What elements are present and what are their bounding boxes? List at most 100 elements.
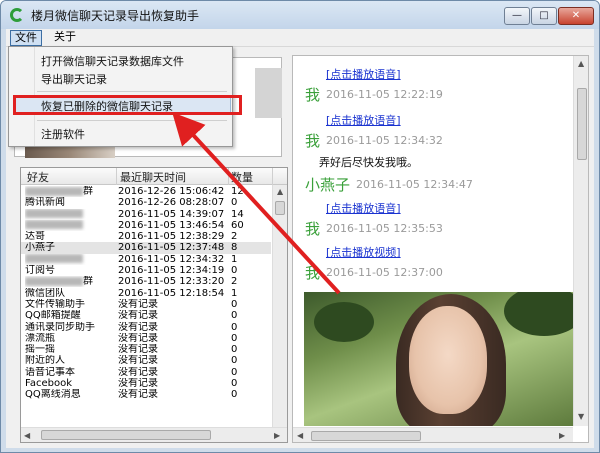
table-row[interactable]: 漂流瓶 没有记录 0 [21,333,271,344]
column-divider[interactable] [116,168,117,185]
column-header-friend[interactable]: 好友 [27,169,49,185]
last-chat-time: 2016-11-05 12:33:20 [118,276,225,288]
column-divider[interactable] [272,168,273,185]
table-row[interactable]: 微信团队 2016-11-05 12:18:54 1 [21,288,271,299]
table-row[interactable]: 小燕子 2016-11-05 12:37:48 8 [21,242,271,254]
window-title: 楼月微信聊天记录导出恢复助手 [31,9,200,23]
table-row[interactable]: QQ离线消息 没有记录 0 [21,389,271,400]
table-row[interactable]: 群 2016-11-05 12:33:20 2 [21,276,271,287]
app-logo-icon [10,8,24,22]
message-count: 0 [231,197,238,209]
last-chat-time: 2016-11-05 12:34:19 [118,265,225,277]
minimize-button[interactable]: — [504,7,530,25]
friend-name: QQ邮箱提醒 [25,310,81,322]
column-header-last-chat[interactable]: 最近聊天时间 [120,169,186,185]
friend-name: 订阅号 [25,265,55,277]
title-bar[interactable]: 楼月微信聊天记录导出恢复助手 — □ ✕ [1,1,599,29]
play-voice-link[interactable]: [点击播放语音] [326,112,401,128]
message-count: 14 [231,208,244,220]
chat-timestamp: 2016-11-05 12:34:32 [326,134,443,147]
scroll-thumb[interactable] [41,430,211,440]
scroll-right-icon[interactable]: ▶ [559,431,565,440]
menu-file[interactable]: 文件 [10,30,42,46]
table-row[interactable]: 订阅号 2016-11-05 12:34:19 0 [21,265,271,276]
menu-open-database[interactable]: 打开微信聊天记录数据库文件 [41,53,184,69]
column-divider[interactable] [228,168,229,185]
scroll-thumb[interactable] [311,431,421,441]
maximize-button[interactable]: □ [531,7,557,25]
scroll-left-icon[interactable]: ◀ [297,431,303,440]
scroll-thumb[interactable] [275,201,285,215]
table-vertical-scrollbar[interactable]: ▲ [272,185,287,427]
menu-register[interactable]: 注册软件 [41,126,85,142]
close-button[interactable]: ✕ [558,7,594,25]
table-row[interactable]: 群 2016-12-26 15:06:42 12 [21,186,271,197]
last-chat-time: 2016-11-05 12:34:32 [118,253,225,265]
table-horizontal-scrollbar[interactable]: ◀ ▶ [21,427,287,442]
friend-name: 微信团队 [25,287,65,299]
friend-name: QQ离线消息 [25,389,81,401]
tree-shape [314,302,374,342]
table-row[interactable]: 摇一摇 没有记录 0 [21,344,271,355]
chat-photo[interactable] [304,292,576,426]
table-row[interactable]: 语音记事本 没有记录 0 [21,367,271,378]
scroll-right-icon[interactable]: ▶ [274,431,280,440]
message-count: 8 [231,242,238,254]
friend-name: 群 [25,186,117,197]
friend-name [25,254,117,265]
scroll-left-icon[interactable]: ◀ [24,431,30,440]
chat-sender: 小燕子 [305,176,351,194]
photo-face [409,306,487,414]
table-row[interactable]: 2016-11-05 14:39:07 14 [21,209,271,220]
table-row[interactable]: Facebook 没有记录 0 [21,378,271,389]
menu-bar: 文件 关于 [6,29,594,47]
scroll-thumb[interactable] [577,88,587,160]
last-chat-time: 没有记录 [118,344,158,356]
message-count: 0 [231,389,238,401]
message-count: 0 [231,265,238,277]
friend-name: 漂流瓶 [25,332,55,344]
last-chat-time: 2016-11-05 12:38:29 [118,231,225,243]
friends-table: 好友 最近聊天时间 数量 群 2016-12-26 15:06:42 12 腾讯新闻 2… [20,167,288,443]
table-row[interactable]: 2016-11-05 13:46:54 60 [21,220,271,231]
last-chat-time: 没有记录 [118,321,158,333]
scroll-down-icon[interactable]: ▼ [578,412,584,421]
friend-name: Facebook [25,378,72,390]
table-header: 好友 最近聊天时间 数量 [21,168,287,185]
last-chat-time: 2016-11-05 14:39:07 [118,208,225,220]
annotation-highlight-box [13,95,242,115]
redacted-name [25,209,83,219]
table-row[interactable]: 腾讯新闻 2016-12-26 08:28:07 0 [21,197,271,208]
menu-separator [37,120,227,121]
play-video-link[interactable]: [点击播放视频] [326,244,401,260]
message-count: 60 [231,219,244,231]
message-count: 0 [231,378,238,390]
table-row[interactable]: 附近的人 没有记录 0 [21,355,271,366]
play-voice-link[interactable]: [点击播放语音] [326,66,401,82]
last-chat-time: 2016-11-05 12:37:48 [118,242,225,254]
redacted-name [25,186,83,196]
chat-vertical-scrollbar[interactable]: ▲ ▼ [573,56,588,426]
friend-name: 腾讯新闻 [25,197,65,209]
message-count: 0 [231,310,238,322]
scroll-up-icon[interactable]: ▲ [277,187,283,196]
table-row[interactable]: QQ邮箱提醒 没有记录 0 [21,310,271,321]
table-row[interactable]: 达哥 2016-11-05 12:38:29 2 [21,231,271,242]
chat-horizontal-scrollbar[interactable]: ◀ ▶ [293,427,573,442]
scroll-up-icon[interactable]: ▲ [578,59,584,68]
chat-sender: 我 [305,132,321,150]
friend-name: 群 [25,276,117,287]
play-voice-link[interactable]: [点击播放语音] [326,200,401,216]
chat-message: 弄好后尽快发我哦。 [319,156,418,169]
menu-about[interactable]: 关于 [50,30,80,46]
redacted-name [25,254,83,264]
message-count: 12 [231,186,244,197]
friend-name: 文件传输助手 [25,298,85,310]
menu-export-records[interactable]: 导出聊天记录 [41,71,107,87]
last-chat-time: 2016-11-05 13:46:54 [118,219,225,231]
table-row[interactable]: 通讯录同步助手 没有记录 0 [21,322,271,333]
column-header-count[interactable]: 数量 [231,169,253,185]
table-row[interactable]: 文件传输助手 没有记录 0 [21,299,271,310]
chat-view: [点击播放语音] 我 2016-11-05 12:22:19 [点击播放语音] … [292,55,589,443]
table-row[interactable]: 2016-11-05 12:34:32 1 [21,254,271,265]
